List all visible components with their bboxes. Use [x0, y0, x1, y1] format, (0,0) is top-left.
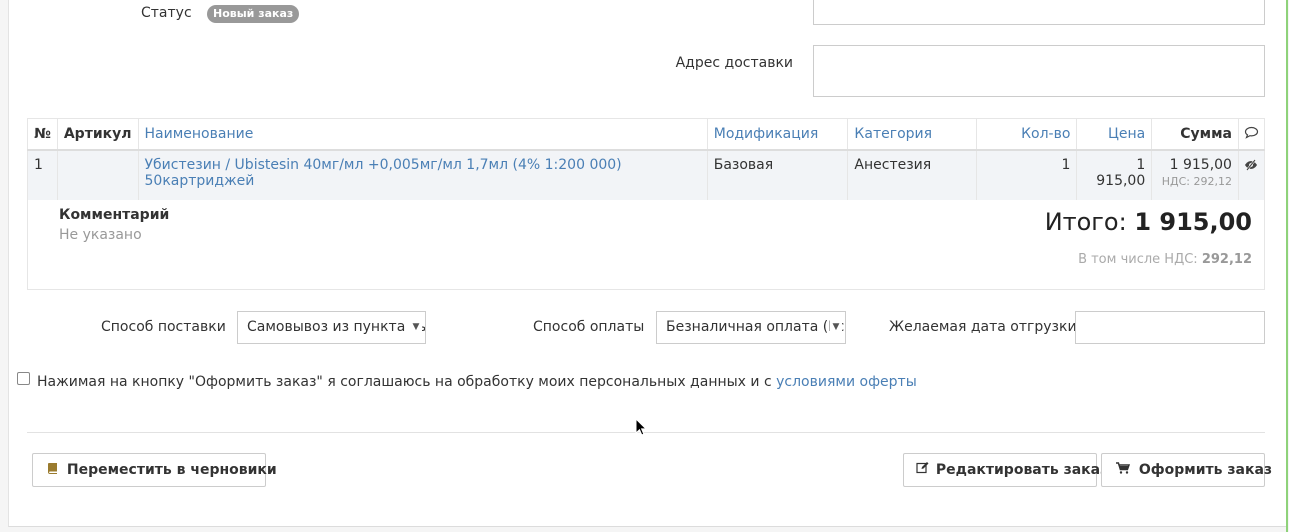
delivery-method-value: Самовывоз из пункта вы [247, 319, 426, 335]
order-total: Итого: 1 915,00 [1045, 208, 1252, 236]
move-to-drafts-label: Переместить в черновики [66, 462, 277, 478]
total-value: 1 915,00 [1134, 208, 1252, 236]
col-category-header[interactable]: Категория [847, 118, 977, 151]
ship-date-field[interactable] [1075, 311, 1265, 344]
top-input-field[interactable] [813, 0, 1265, 25]
payment-method-value: Безналичная оплата (Рс [666, 319, 845, 335]
caret-down-icon: ▼ [410, 312, 422, 343]
edit-order-button[interactable]: Редактировать заказ [903, 453, 1108, 487]
agreement-text: Нажимая на кнопку "Оформить заказ" я сог… [37, 374, 917, 390]
cell-comment-toggle[interactable] [1237, 149, 1266, 201]
eye-slash-icon[interactable] [1244, 159, 1258, 171]
order-summary: Комментарий Не указано Итого: 1 915,00 В… [27, 200, 1265, 290]
offer-terms-link[interactable]: условиями оферты [776, 374, 917, 390]
col-name-header[interactable]: Наименование [137, 118, 708, 151]
order-items-table: № Артикул Наименование Модификация Катег… [27, 118, 1266, 201]
cell-sum-value: 1 915,00 [1169, 157, 1232, 173]
cell-sum-nds: НДС: 292,12 [1161, 175, 1232, 188]
cell-modification: Базовая [706, 149, 849, 201]
status-label: Статус [141, 5, 192, 21]
speech-bubble-icon [1244, 126, 1259, 139]
shopping-cart-icon [1116, 454, 1131, 486]
total-nds: В том числе НДС: 292,12 [1078, 252, 1252, 267]
delivery-address-label: Адрес доставки [675, 55, 793, 71]
caret-down-icon: ▼ [830, 312, 842, 343]
col-num-header: № [27, 118, 58, 151]
total-nds-label: В том числе НДС: [1078, 252, 1198, 267]
table-row: 1 Убистезин / Ubistesin 40мг/мл +0,005мг… [27, 149, 1266, 201]
total-label: Итого: [1044, 208, 1127, 236]
agreement-checkbox[interactable] [17, 372, 30, 385]
cell-num: 1 [27, 149, 58, 201]
move-to-drafts-button[interactable]: Переместить в черновики [32, 453, 277, 487]
ship-date-label: Желаемая дата отгрузки [889, 319, 1077, 335]
delivery-method-label: Способ поставки [101, 319, 226, 335]
col-article-header: Артикул [56, 118, 139, 151]
cell-category: Анестезия [847, 149, 977, 201]
checkout-button[interactable]: Оформить заказ [1101, 453, 1272, 487]
cell-sum: 1 915,00 НДС: 292,12 [1151, 149, 1239, 201]
cell-qty: 1 [975, 149, 1078, 201]
payment-method-select[interactable]: Безналичная оплата (Рс ▼ [656, 311, 846, 344]
col-sum-header: Сумма [1151, 118, 1239, 151]
col-comment-header [1237, 118, 1266, 151]
checkout-label: Оформить заказ [1138, 462, 1273, 478]
col-price-header[interactable]: Цена [1076, 118, 1153, 151]
col-qty-header[interactable]: Кол-во [975, 118, 1078, 151]
cell-price: 1 915,00 [1076, 149, 1153, 201]
col-modification-header[interactable]: Модификация [706, 118, 849, 151]
cell-article [56, 149, 139, 201]
comment-title: Комментарий [59, 207, 170, 223]
edit-icon [916, 454, 929, 486]
edit-order-label: Редактировать заказ [935, 462, 1109, 478]
delivery-address-field[interactable] [813, 45, 1265, 97]
mouse-cursor-icon [635, 417, 648, 440]
book-icon [47, 454, 58, 486]
status-badge: Новый заказ [207, 5, 300, 23]
page-edge-accent [1286, 0, 1288, 532]
total-nds-value: 292,12 [1201, 252, 1252, 267]
agreement-label: Нажимая на кнопку "Оформить заказ" я сог… [37, 374, 772, 390]
cell-product-name-link[interactable]: Убистезин / Ubistesin 40мг/мл +0,005мг/м… [137, 149, 708, 201]
table-header-row: № Артикул Наименование Модификация Катег… [27, 118, 1266, 151]
delivery-method-select[interactable]: Самовывоз из пункта вы ▼ [237, 311, 426, 344]
comment-value: Не указано [59, 227, 142, 243]
payment-method-label: Способ оплаты [533, 319, 645, 335]
